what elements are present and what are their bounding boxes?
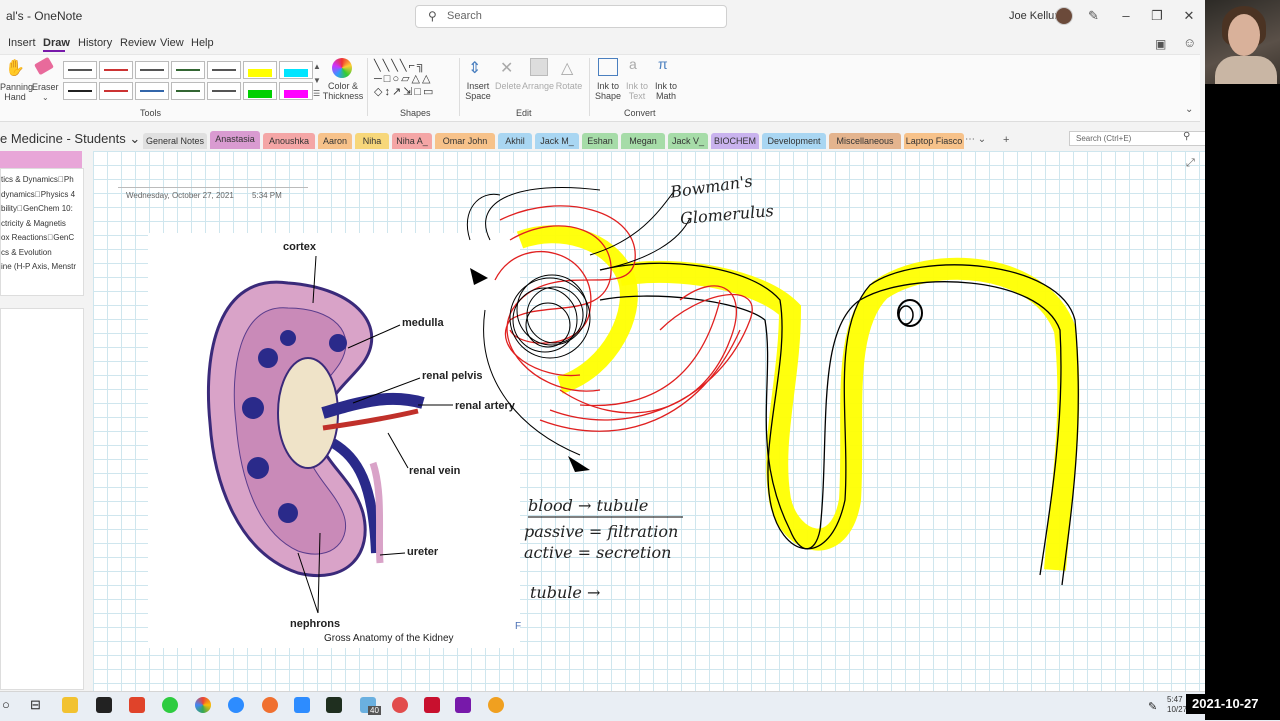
handwriting-line4: tubule → [530, 583, 601, 602]
media-icon[interactable] [326, 697, 342, 713]
chrome-icon[interactable] [195, 697, 211, 713]
handwriting-line1: blood → tubule [528, 496, 649, 515]
taskbar-badge: 40 [368, 706, 381, 715]
handwriting-line3: active = secretion [524, 543, 672, 562]
file-explorer-icon[interactable] [62, 697, 78, 713]
right-black-strip [1205, 0, 1280, 720]
webcam-person-shirt [1215, 56, 1277, 84]
sticky-notes-icon[interactable] [96, 697, 112, 713]
app-orange-icon[interactable] [262, 697, 278, 713]
app-red-icon[interactable] [392, 697, 408, 713]
handwriting-line2: passive = filtration [524, 522, 679, 541]
app-icon[interactable] [162, 697, 178, 713]
office-icon[interactable] [129, 697, 145, 713]
zoom-icon[interactable] [294, 697, 310, 713]
acrobat-icon[interactable] [424, 697, 440, 713]
search-icon[interactable]: ○ [2, 697, 10, 712]
taskbar [0, 691, 1280, 721]
video-timestamp: 2021-10-27 [1186, 694, 1280, 714]
webcam-person-face [1228, 14, 1260, 56]
nephron-ink-drawing[interactable] [0, 0, 1205, 690]
app-sync-icon[interactable] [488, 697, 504, 713]
pen-tray-icon[interactable]: ✎ [1148, 700, 1157, 713]
onenote-icon[interactable] [455, 697, 471, 713]
task-view-icon[interactable]: ⊟ [30, 697, 41, 713]
chat-icon[interactable] [228, 697, 244, 713]
